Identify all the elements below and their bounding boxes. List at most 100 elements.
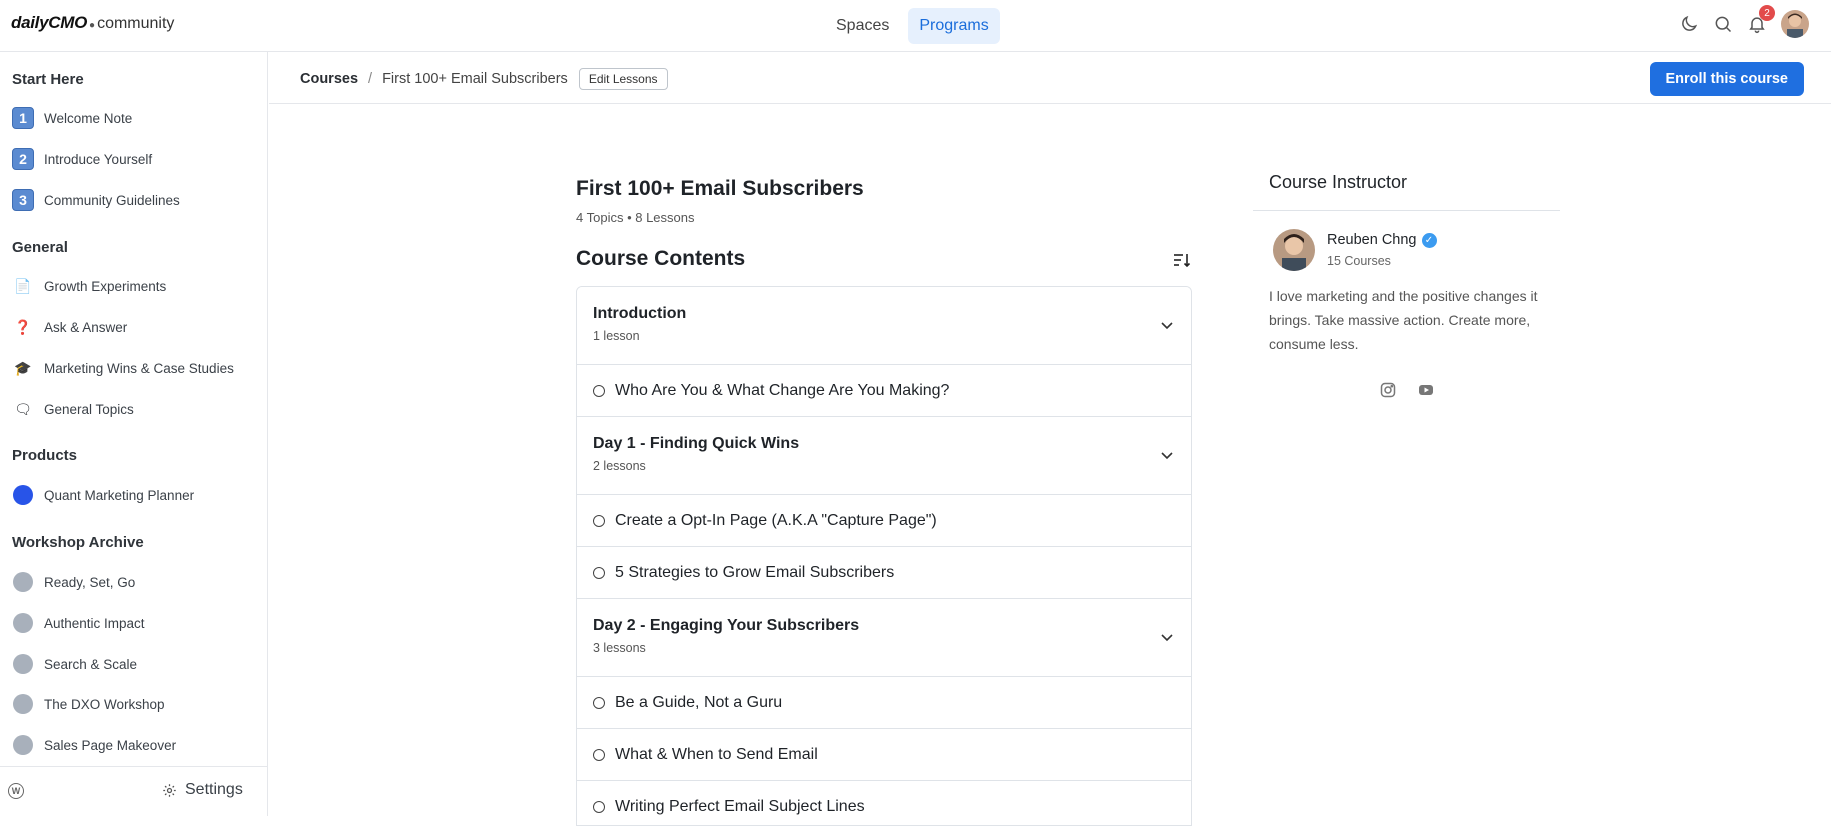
topic-header[interactable]: Introduction 1 lesson — [577, 287, 1191, 365]
topic-name: Day 1 - Finding Quick Wins — [593, 435, 800, 452]
lesson-name: Who Are You & What Change Are You Making… — [615, 381, 950, 399]
verified-badge-icon: ✓ — [1421, 232, 1437, 248]
lesson-status-circle-icon — [593, 748, 605, 761]
lesson-item[interactable]: What & When to Send Email — [577, 729, 1191, 781]
instructor-course-count: 15 Courses — [1327, 254, 1391, 268]
logo[interactable]: dailyCMO ● community — [11, 13, 174, 33]
section-title-products: Products — [12, 447, 78, 464]
sidebar-item-label: Introduce Yourself — [44, 151, 153, 167]
search-icon[interactable] — [1713, 14, 1733, 34]
document-icon: 📄 — [14, 277, 32, 294]
sidebar-item-ready-set-go[interactable]: Ready, Set, Go — [12, 568, 262, 596]
moon-icon[interactable] — [1679, 14, 1699, 34]
sidebar-item-label: Ask & Answer — [44, 319, 128, 335]
top-bar: dailyCMO ● community Spaces Programs 2 ▾ — [0, 0, 1831, 52]
keycap-2-icon: 2 — [12, 148, 34, 170]
lesson-name: Create a Opt-In Page (A.K.A "Capture Pag… — [615, 511, 937, 529]
lesson-name: Be a Guide, Not a Guru — [615, 693, 783, 711]
section-title-general: General — [12, 239, 68, 256]
enroll-button[interactable]: Enroll this course — [1649, 62, 1804, 96]
instagram-icon[interactable] — [1380, 382, 1396, 398]
instructor-bio: I love marketing and the positive change… — [1269, 288, 1538, 352]
sidebar-item-ask-answer[interactable]: ❓ Ask & Answer — [12, 313, 262, 341]
notification-badge: 2 — [1759, 5, 1775, 21]
chevron-down-icon: ▾ — [1808, 32, 1809, 38]
bell-icon[interactable]: 2 — [1747, 5, 1775, 34]
graduation-cap-icon: 🎓 — [14, 359, 32, 376]
lesson-status-circle-icon — [593, 514, 605, 527]
sidebar-item-sales-page-makeover[interactable]: Sales Page Makeover — [12, 731, 262, 759]
lesson-item[interactable]: Create a Opt-In Page (A.K.A "Capture Pag… — [577, 495, 1191, 547]
chevron-down-icon — [1161, 322, 1173, 330]
instructor-name[interactable]: Reuben Chng ✓ — [1327, 232, 1437, 248]
logo-sub: community — [97, 15, 175, 32]
grey-circle-icon — [12, 734, 34, 756]
sidebar-item-label: Welcome Note — [44, 110, 133, 126]
speech-bubble-icon: 🗨 — [14, 400, 32, 417]
sidebar-item-label: Ready, Set, Go — [44, 574, 136, 590]
logo-brand: dailyCMO — [11, 13, 88, 32]
sidebar-item-label: General Topics — [44, 401, 134, 417]
grey-circle-icon — [12, 693, 34, 715]
youtube-icon[interactable] — [1418, 382, 1434, 398]
sidebar-footer: W Settings — [0, 766, 268, 816]
instructor-name-text: Reuben Chng — [1327, 232, 1417, 248]
breadcrumb-courses[interactable]: Courses — [300, 71, 358, 87]
wordpress-icon[interactable]: W — [8, 783, 24, 799]
sidebar-item-label: Search & Scale — [44, 656, 138, 672]
edit-lessons-button[interactable]: Edit Lessons — [578, 68, 668, 90]
sidebar-item-community-guidelines[interactable]: 3 Community Guidelines — [12, 186, 262, 214]
sidebar-item-label: Sales Page Makeover — [44, 737, 177, 753]
lesson-status-circle-icon — [593, 800, 605, 813]
question-mark-icon: ❓ — [14, 318, 32, 335]
lesson-item[interactable]: Who Are You & What Change Are You Making… — [577, 365, 1191, 417]
lesson-name: 5 Strategies to Grow Email Subscribers — [615, 563, 895, 581]
logo-dot: ● — [89, 20, 96, 31]
sidebar-item-introduce-yourself[interactable]: 2 Introduce Yourself — [12, 145, 262, 173]
sidebar-item-general-topics[interactable]: 🗨 General Topics — [12, 395, 262, 423]
grey-circle-icon — [12, 653, 34, 675]
lesson-item[interactable]: 5 Strategies to Grow Email Subscribers — [577, 547, 1191, 599]
sidebar: Start Here 1 Welcome Note 2 Introduce Yo… — [0, 52, 268, 816]
topic-header[interactable]: Day 1 - Finding Quick Wins 2 lessons — [577, 417, 1191, 495]
topic-count: 1 lesson — [593, 329, 640, 343]
lesson-item[interactable]: Be a Guide, Not a Guru — [577, 677, 1191, 729]
nav-spaces[interactable]: Spaces — [825, 8, 900, 44]
topic-header[interactable]: Day 2 - Engaging Your Subscribers 3 less… — [577, 599, 1191, 677]
sidebar-item-label: The DXO Workshop — [44, 696, 165, 712]
sidebar-item-search-scale[interactable]: Search & Scale — [12, 650, 262, 678]
lesson-name: What & When to Send Email — [615, 745, 818, 763]
lesson-status-circle-icon — [593, 384, 605, 397]
course-contents-list: Introduction 1 lesson Who Are You & What… — [576, 286, 1192, 826]
nav-programs[interactable]: Programs — [908, 8, 1000, 44]
course-contents-title: Course Contents — [576, 247, 746, 270]
section-title-workshop-archive: Workshop Archive — [12, 534, 144, 551]
instructor-socials — [1380, 382, 1434, 398]
sidebar-item-marketing-wins[interactable]: 🎓 Marketing Wins & Case Studies — [12, 354, 262, 382]
sidebar-item-growth-experiments[interactable]: 📄 Growth Experiments — [12, 272, 262, 300]
sidebar-item-label: Marketing Wins & Case Studies — [44, 360, 234, 376]
lesson-status-circle-icon — [593, 566, 605, 579]
sort-icon[interactable] — [1172, 250, 1192, 270]
avatar[interactable]: ▾ — [1781, 10, 1809, 38]
top-nav: Spaces Programs — [825, 8, 1000, 44]
instructor-avatar[interactable] — [1273, 229, 1315, 271]
breadcrumb-current: First 100+ Email Subscribers — [382, 71, 568, 87]
topic-name: Day 2 - Engaging Your Subscribers — [593, 617, 860, 634]
divider — [1253, 210, 1560, 211]
sidebar-item-welcome-note[interactable]: 1 Welcome Note — [12, 104, 262, 132]
sidebar-item-label: Growth Experiments — [44, 278, 167, 294]
breadcrumb-separator: / — [368, 71, 373, 87]
sidebar-item-label: Authentic Impact — [44, 615, 145, 631]
settings-button[interactable]: Settings — [162, 781, 243, 799]
sidebar-item-label: Quant Marketing Planner — [44, 487, 195, 503]
sidebar-item-quant-marketing-planner[interactable]: Quant Marketing Planner — [12, 481, 262, 509]
keycap-3-icon: 3 — [12, 189, 34, 211]
settings-label: Settings — [185, 781, 243, 798]
sidebar-item-dxo-workshop[interactable]: The DXO Workshop — [12, 690, 262, 718]
grey-circle-icon — [12, 571, 34, 593]
course-title: First 100+ Email Subscribers — [576, 177, 864, 200]
lesson-item[interactable]: Writing Perfect Email Subject Lines — [577, 781, 1191, 825]
breadcrumb: Courses / First 100+ Email Subscribers E… — [300, 68, 668, 90]
sidebar-item-authentic-impact[interactable]: Authentic Impact — [12, 609, 262, 637]
